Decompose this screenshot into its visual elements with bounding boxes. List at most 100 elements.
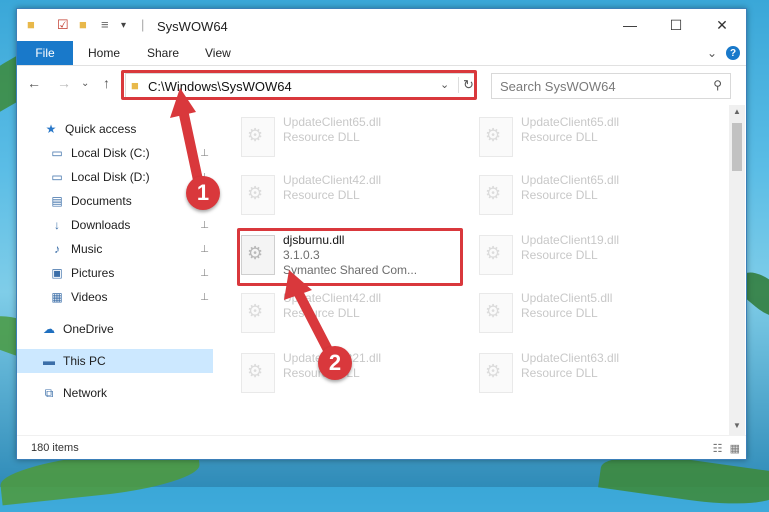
quick-access-dropdown-icon[interactable]: ▾	[121, 20, 126, 31]
network-icon: ⧉	[44, 385, 54, 400]
properties-icon[interactable]: ☑	[57, 17, 69, 33]
maximize-button[interactable]: ☐	[653, 9, 699, 41]
sidebar-item-local-disk-c[interactable]: ▭ Local Disk (C:) ⊥	[17, 141, 213, 165]
file-type: Resource DLL	[521, 248, 598, 262]
file-item[interactable]: ⚙ UpdateClient42.dll Resource DLL	[233, 285, 461, 333]
folder-icon: ■	[27, 17, 35, 32]
recent-locations-icon[interactable]: ⌄	[81, 78, 89, 89]
address-highlight-box	[121, 70, 477, 100]
back-button[interactable]: ←	[27, 75, 41, 91]
large-icons-view-icon[interactable]: ▦	[730, 443, 740, 455]
sidebar-item-label: Music	[71, 242, 103, 256]
sidebar-item-videos[interactable]: ▦ Videos ⊥	[17, 285, 213, 309]
file-type: Resource DLL	[521, 130, 598, 144]
pictures-icon: ▣	[51, 266, 63, 280]
sidebar-item-label: OneDrive	[63, 322, 114, 336]
tab-share[interactable]: Share	[147, 41, 179, 65]
callout-2: 2	[318, 346, 352, 380]
file-highlight-box	[237, 228, 463, 286]
sidebar-item-documents[interactable]: ▤Documents⊥	[17, 189, 213, 213]
sidebar-item-label: Videos	[71, 290, 108, 304]
sidebar-item-label: Pictures	[71, 266, 115, 280]
file-name: UpdateClient65.dll	[283, 115, 382, 129]
search-icon: ⚲	[713, 78, 722, 92]
sidebar-item-quick-access[interactable]: ★ Quick access	[17, 117, 213, 141]
file-type: Resource DLL	[521, 306, 598, 320]
title-separator: |	[141, 17, 145, 32]
sidebar-item-network[interactable]: ⧉ Network	[17, 381, 213, 405]
file-item[interactable]: ⚙ UpdateClient5.dll Resource DLL	[471, 285, 699, 333]
ribbon: File Home Share View ⌄ ?	[17, 41, 746, 66]
file-type: Resource DLL	[283, 188, 360, 202]
file-name: UpdateClient65.dll	[521, 173, 620, 187]
file-name: UpdateClient65.dll	[521, 115, 620, 129]
search-box[interactable]: Search SysWOW64 ⚲	[491, 73, 731, 99]
star-icon: ★	[45, 122, 57, 136]
drive-icon: ▭	[51, 146, 63, 160]
sidebar-item-pictures[interactable]: ▣ Pictures ⊥	[17, 261, 213, 285]
tab-view[interactable]: View	[205, 41, 231, 65]
file-type: Resource DLL	[283, 306, 360, 320]
sidebar-item-label: Documents	[71, 194, 132, 208]
callout-1: 1	[186, 176, 220, 210]
tab-home[interactable]: Home	[88, 41, 120, 65]
pin-icon: ⊥	[200, 291, 209, 303]
item-count: 180 items	[31, 442, 79, 454]
sidebar-item-music[interactable]: ♪ Music ⊥	[17, 237, 213, 261]
gear-icon: ⚙	[485, 183, 502, 203]
help-icon[interactable]: ?	[726, 46, 740, 60]
explorer-window: ■ ☑ ■ ≡ ▾ | SysWOW64 — ☐ ✕ File Home Sha…	[16, 8, 747, 460]
gear-icon: ⚙	[247, 361, 264, 381]
file-item[interactable]: ⚙ UpdateClient65.dll Resource DLL	[233, 109, 461, 157]
status-bar: 180 items ☷ ▦	[17, 435, 746, 460]
pin-icon: ⊥	[200, 267, 209, 279]
vertical-scrollbar[interactable]: ▲ ▼	[729, 105, 745, 435]
details-view-icon[interactable]: ☷	[713, 443, 723, 455]
sidebar-item-onedrive[interactable]: ☁ OneDrive	[17, 317, 213, 341]
download-icon: ↓	[54, 218, 60, 232]
customize-icon[interactable]: ≡	[101, 17, 109, 32]
tab-file[interactable]: File	[17, 41, 73, 65]
file-name: UpdateClient42.dll	[283, 173, 382, 187]
title-bar: ■ ☑ ■ ≡ ▾ | SysWOW64 — ☐ ✕	[17, 9, 746, 41]
scroll-thumb[interactable]	[732, 123, 742, 171]
sidebar-item-label: This PC	[63, 354, 106, 368]
videos-icon: ▦	[51, 290, 63, 304]
gear-icon: ⚙	[485, 243, 502, 263]
ribbon-expand-icon[interactable]: ⌄	[707, 41, 717, 65]
file-name: UpdateClient63.dll	[521, 351, 620, 365]
close-button[interactable]: ✕	[699, 9, 745, 41]
file-item[interactable]: ⚙ UpdateClient65.dll Resource DLL	[471, 109, 699, 157]
minimize-button[interactable]: —	[607, 9, 653, 41]
forward-button[interactable]: →	[57, 75, 71, 91]
cloud-icon: ☁	[43, 322, 55, 336]
gear-icon: ⚙	[485, 125, 502, 145]
gear-icon: ⚙	[247, 125, 264, 145]
up-button[interactable]: ↑	[103, 75, 110, 91]
sidebar-item-label: Local Disk (C:)	[71, 146, 150, 160]
sidebar-item-label: Downloads	[71, 218, 131, 232]
file-name: UpdateClient19.dll	[521, 233, 620, 247]
gear-icon: ⚙	[247, 183, 264, 203]
pin-icon: ⊥	[200, 243, 209, 255]
sidebar-item-this-pc[interactable]: ▬ This PC	[17, 349, 213, 373]
music-icon: ♪	[54, 242, 60, 256]
sidebar-item-label: Local Disk (D:)	[71, 170, 150, 184]
file-item[interactable]: ⚙ UpdateClient65.dll Resource DLL	[471, 167, 699, 215]
gear-icon: ⚙	[485, 361, 502, 381]
file-type: Resource DLL	[283, 130, 360, 144]
search-input[interactable]: Search SysWOW64	[500, 79, 616, 94]
file-type: Resource DLL	[521, 188, 598, 202]
sidebar-item-downloads[interactable]: ↓ Downloads ⊥	[17, 213, 213, 237]
sidebar-item-label: Network	[63, 386, 108, 400]
gear-icon: ⚙	[485, 301, 502, 321]
new-folder-icon[interactable]: ■	[79, 17, 87, 32]
scroll-down-icon[interactable]: ▼	[733, 421, 741, 430]
file-item[interactable]: ⚙ UpdateClient19.dll Resource DLL	[471, 227, 699, 275]
pin-icon: ⊥	[200, 219, 209, 231]
scroll-up-icon[interactable]: ▲	[733, 107, 741, 116]
sidebar-item-local-disk-d[interactable]: ▭Local Disk (D:)⊥	[17, 165, 213, 189]
gear-icon: ⚙	[247, 301, 264, 321]
file-item[interactable]: ⚙ UpdateClient63.dll Resource DLL	[471, 345, 699, 393]
file-item[interactable]: ⚙ UpdateClient42.dll Resource DLL	[233, 167, 461, 215]
